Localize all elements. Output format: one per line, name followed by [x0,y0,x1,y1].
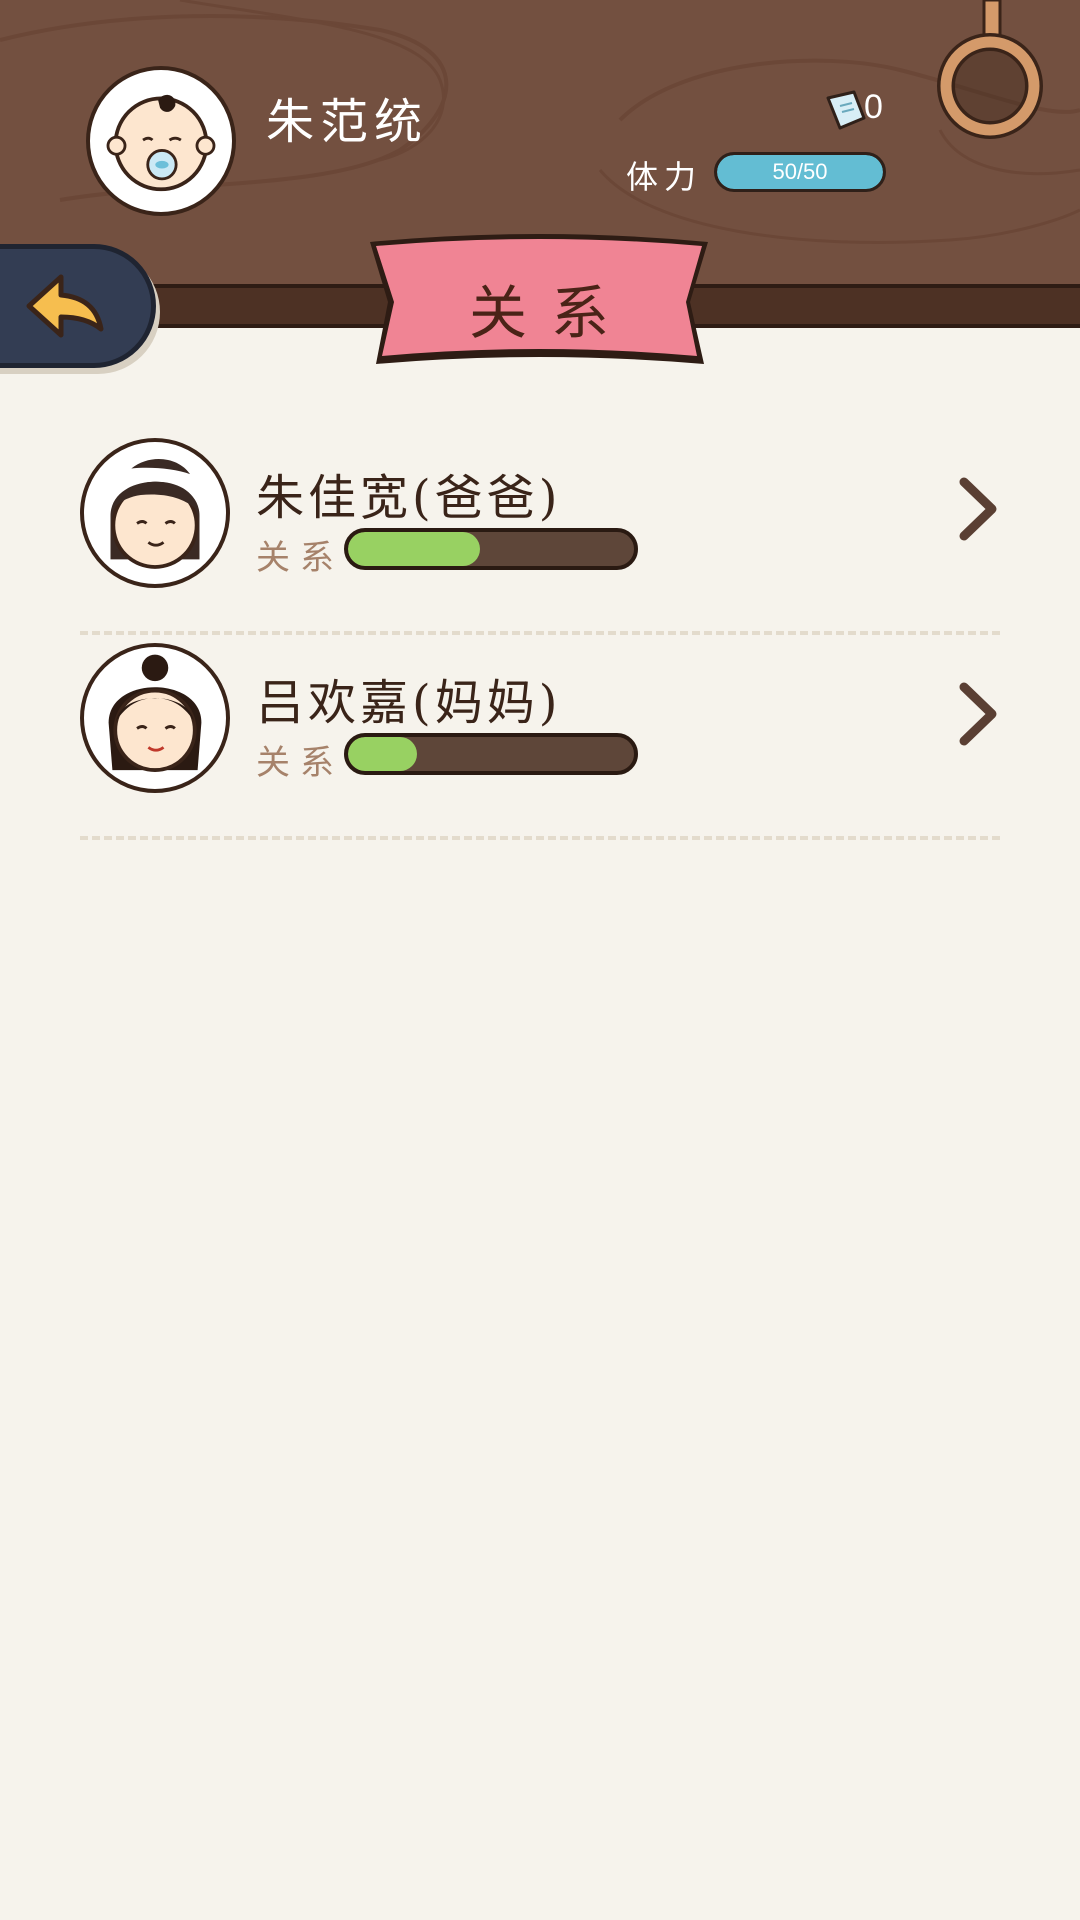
mother-avatar [80,643,230,793]
relation-bar [344,528,638,570]
back-button[interactable] [0,244,156,368]
arrow-left-icon [26,274,104,338]
ring-icon[interactable] [934,0,1050,140]
page-title-ribbon: 关系 [364,232,714,372]
relation-name: 朱佳宽(爸爸) [256,470,562,526]
stamina-label: 体力 [626,158,703,196]
father-face-icon [110,459,200,569]
father-avatar [80,438,230,588]
ticket-icon [826,90,866,130]
relation-label: 关系 [256,743,344,783]
relation-list: 朱佳宽(爸爸) 关系 吕欢嘉(妈妈) 关系 [80,430,1000,840]
player-avatar[interactable] [86,66,236,216]
relation-fill [348,737,417,771]
stamina-bar: 50/50 [714,152,886,192]
chevron-right-icon[interactable] [956,474,1000,544]
relation-row-father[interactable]: 朱佳宽(爸爸) 关系 [80,430,1000,635]
mother-face-icon [108,654,202,772]
relation-fill [348,532,480,566]
player-name: 朱范统 [266,94,429,150]
relation-name: 吕欢嘉(妈妈) [256,675,562,731]
chevron-right-icon[interactable] [956,679,1000,749]
page-title: 关系 [468,279,633,347]
baby-face-icon [106,94,216,192]
relation-row-mother[interactable]: 吕欢嘉(妈妈) 关系 [80,635,1000,840]
relation-label: 关系 [256,538,344,578]
ticket-count: 0 [864,88,883,126]
relation-bar [344,733,638,775]
stamina-value: 50/50 [772,159,828,184]
